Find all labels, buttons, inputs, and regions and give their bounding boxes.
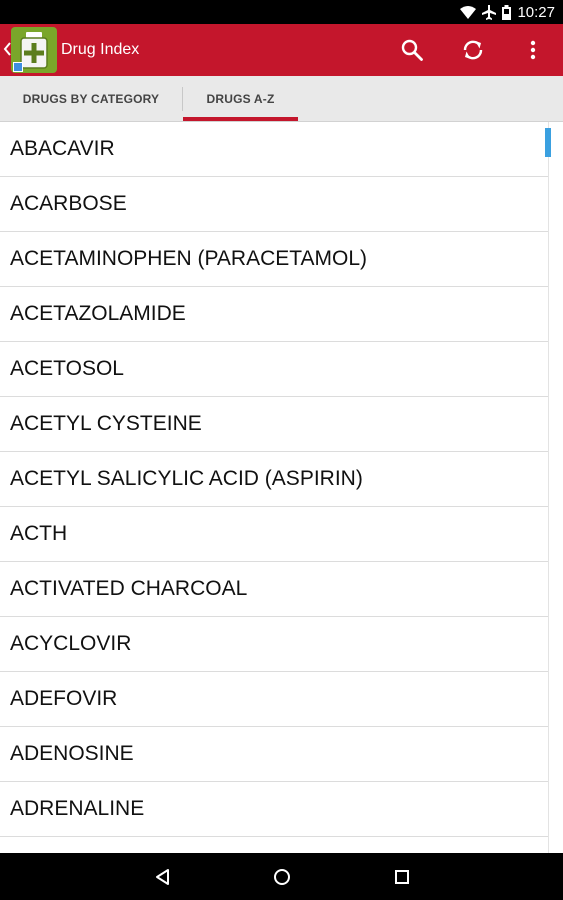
status-icons: 10:27 (460, 0, 555, 24)
home-nav-icon (274, 869, 290, 885)
overflow-menu-icon (530, 40, 536, 60)
tab-drugs-a-z[interactable]: DRUGS A-Z (183, 76, 298, 121)
back-nav-button[interactable] (142, 857, 182, 897)
list-item[interactable]: ACYCLOVIR (0, 617, 548, 672)
overflow-menu-button[interactable] (513, 30, 553, 70)
logo-badge (13, 62, 23, 72)
list-item[interactable]: ACTH (0, 507, 548, 562)
airplane-mode-icon (482, 4, 497, 20)
list-item[interactable]: ADRENALINE (0, 782, 548, 837)
list-item[interactable]: ACETAMINOPHEN (PARACETAMOL) (0, 232, 548, 287)
refresh-icon (463, 40, 483, 60)
status-time: 10:27 (517, 3, 555, 21)
drug-list[interactable]: ABACAVIR ACARBOSE ACETAMINOPHEN (PARACET… (0, 122, 548, 853)
tab-drugs-by-category[interactable]: DRUGS BY CATEGORY (0, 76, 182, 121)
list-item[interactable]: ADENOSINE (0, 727, 548, 782)
scrollbar-track (548, 122, 549, 853)
list-item[interactable]: ABACAVIR (0, 122, 548, 177)
home-nav-button[interactable] (262, 857, 302, 897)
refresh-button[interactable] (453, 30, 493, 70)
app-bar: Drug Index (0, 24, 563, 76)
list-item[interactable]: ACARBOSE (0, 177, 548, 232)
app-title: Drug Index (61, 41, 140, 58)
selected-tab-indicator (183, 117, 298, 121)
back-nav-icon (156, 869, 169, 885)
list-item[interactable]: ADEFOVIR (0, 672, 548, 727)
list-item[interactable]: ACETYL CYSTEINE (0, 397, 548, 452)
recents-nav-button[interactable] (382, 857, 422, 897)
medicine-bottle-icon (20, 32, 48, 69)
status-bar: 10:27 (0, 0, 563, 24)
wifi-icon (460, 5, 477, 19)
battery-icon (502, 4, 512, 20)
list-item[interactable]: ACETYL SALICYLIC ACID (ASPIRIN) (0, 452, 548, 507)
list-item[interactable]: ACETAZOLAMIDE (0, 287, 548, 342)
tab-bar: DRUGS BY CATEGORY DRUGS A-Z (0, 76, 563, 122)
search-icon (401, 39, 423, 61)
list-item[interactable]: ACETOSOL (0, 342, 548, 397)
app-logo[interactable] (11, 27, 57, 73)
navigation-bar (0, 853, 563, 900)
search-button[interactable] (392, 30, 432, 70)
recents-nav-icon (395, 870, 409, 884)
scrollbar-thumb[interactable] (545, 128, 551, 157)
list-item[interactable]: ACTIVATED CHARCOAL (0, 562, 548, 617)
